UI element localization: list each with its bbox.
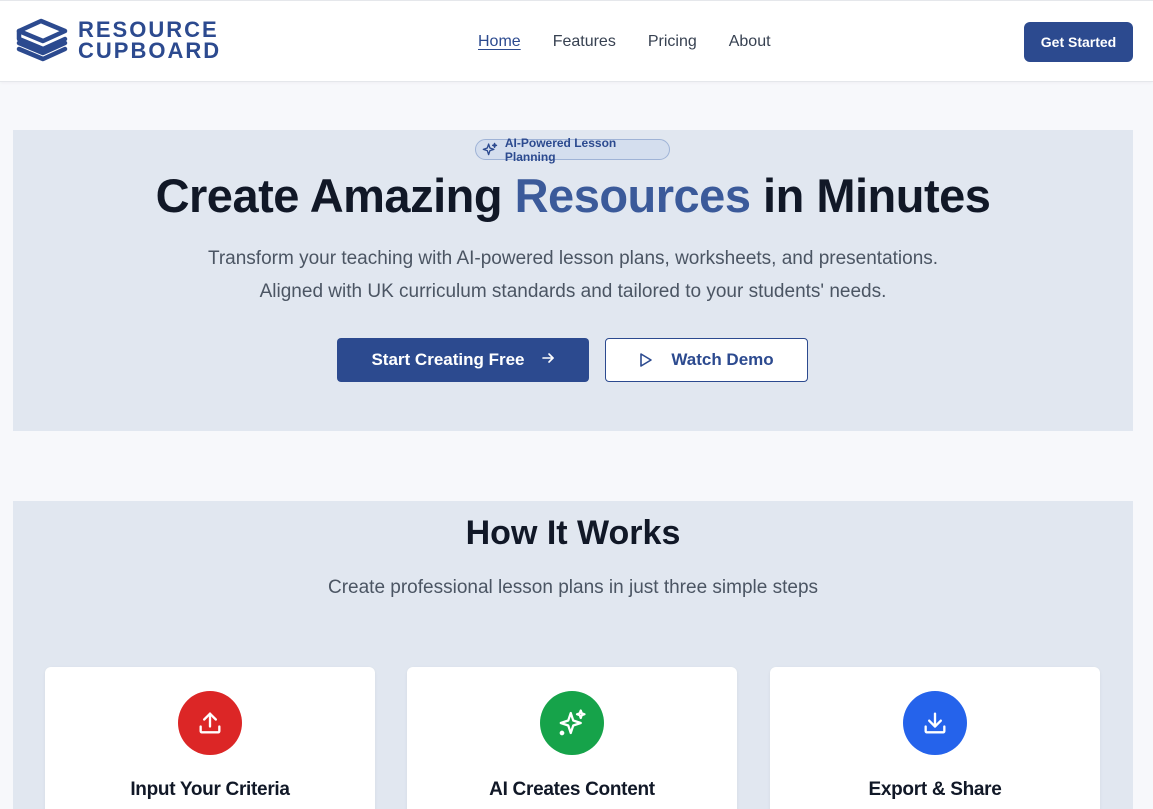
badge-label: AI-Powered Lesson Planning [504,135,617,164]
hero-subtitle-line1: Transform your teaching with AI-powered … [207,248,939,269]
hero-subtitle-line2: Aligned with UK curriculum standards and… [259,281,887,302]
hero-title-start: Create Amazing [155,169,515,222]
nav-pricing-link[interactable]: Pricing [648,32,697,52]
step-title: AI Creates Content [489,779,655,800]
download-icon [903,691,967,755]
nav-about-link[interactable]: About [729,32,771,52]
sparkles-icon [482,142,498,155]
arrow-right-icon [541,351,555,369]
logo[interactable]: RESOURCE CUPBOARD [15,17,221,63]
start-creating-button[interactable]: Start Creating Free [337,338,589,382]
sparkles-icon [540,691,604,755]
step-title: Input Your Criteria [130,779,290,800]
hero-title: Create Amazing Resources in Minutes [13,168,1133,224]
hero-title-end: in Minutes [750,169,991,222]
nav-home-link[interactable]: Home [478,32,521,52]
play-icon [640,353,653,367]
main-nav: Home Features Pricing About [478,32,803,52]
brand-name-line1: RESOURCE [78,17,219,42]
brand-name-line2: CUPBOARD [78,38,222,63]
nav-features-link[interactable]: Features [553,32,616,52]
hero-title-accent: Resources [514,169,751,222]
upload-icon [178,691,242,755]
get-started-button[interactable]: Get Started [1024,22,1133,62]
hero-section: AI-Powered Lesson Planning Create Amazin… [13,130,1133,431]
watch-demo-label: Watch Demo [671,350,774,369]
site-header: RESOURCE CUPBOARD Home Features Pricing … [0,0,1153,82]
books-stack-icon [16,18,68,62]
section-subtitle: Create professional lesson plans in just… [327,577,819,598]
step-title: Export & Share [868,779,1002,800]
step-card-ai: AI Creates Content [407,667,737,809]
step-card-export: Export & Share [770,667,1100,809]
section-title: How It Works [465,514,681,552]
hero-subtitle: Transform your teaching with AI-powered … [13,242,1133,308]
step-card-input: Input Your Criteria [45,667,375,809]
start-creating-label: Start Creating Free [371,350,525,369]
watch-demo-button[interactable]: Watch Demo [605,338,808,382]
brand-name: RESOURCE CUPBOARD [78,17,222,63]
how-it-works-section: How It Works Create professional lesson … [13,501,1133,809]
ai-badge: AI-Powered Lesson Planning [475,136,670,164]
